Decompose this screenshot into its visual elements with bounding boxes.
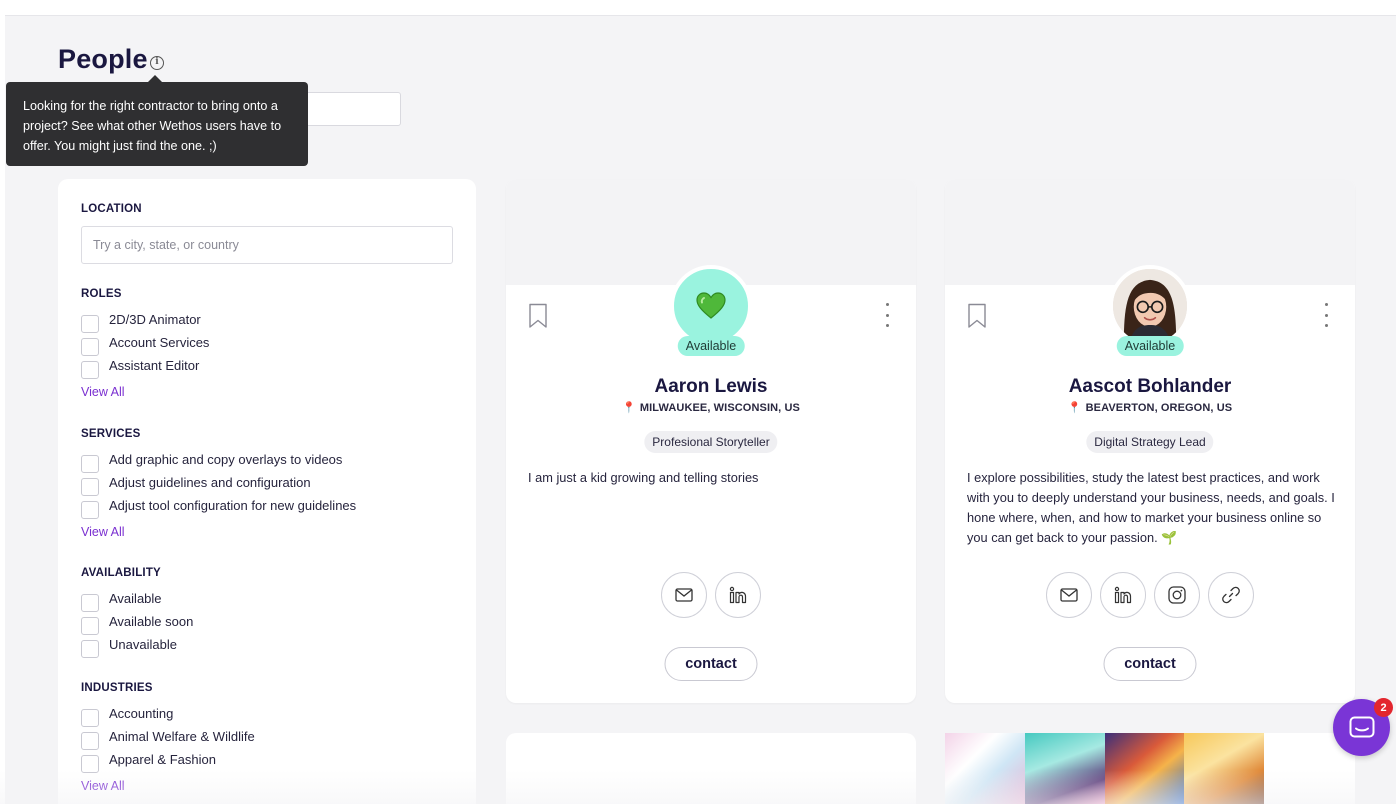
status-badge: Available bbox=[677, 336, 745, 356]
person-location: 📍 MILWAUKEE, WISCONSIN, US bbox=[506, 401, 916, 414]
availability-heading: AVAILABILITY bbox=[81, 567, 161, 579]
service-option[interactable]: Add graphic and copy overlays to videos bbox=[81, 449, 343, 473]
availability-option-label: Unavailable bbox=[109, 636, 177, 652]
industry-option-label: Accounting bbox=[109, 705, 174, 721]
social-links bbox=[506, 572, 916, 618]
availability-option-label: Available soon bbox=[109, 613, 194, 629]
industries-heading: INDUSTRIES bbox=[81, 682, 153, 694]
industries-view-all-link[interactable]: View All bbox=[81, 779, 125, 793]
linkedin-icon[interactable] bbox=[715, 572, 761, 618]
instagram-icon[interactable] bbox=[1154, 572, 1200, 618]
info-icon[interactable]: i bbox=[150, 56, 164, 70]
more-options-icon[interactable] bbox=[884, 303, 890, 327]
role-option-label: Assistant Editor bbox=[109, 357, 200, 373]
service-option-label: Add graphic and copy overlays to videos bbox=[109, 451, 343, 467]
page-title: People bbox=[58, 44, 148, 74]
person-bio: I explore possibilities, study the lates… bbox=[967, 470, 1335, 545]
person-photo bbox=[1113, 269, 1187, 343]
green-heart-icon bbox=[696, 292, 726, 319]
left-edge bbox=[0, 0, 5, 804]
industry-option[interactable]: Apparel & Fashion bbox=[81, 749, 216, 773]
chat-icon bbox=[1349, 716, 1374, 737]
role-tag: Profesional Storyteller bbox=[644, 431, 778, 453]
checkbox[interactable] bbox=[81, 455, 99, 473]
roles-view-all-link[interactable]: View All bbox=[81, 385, 125, 399]
portfolio-artwork bbox=[945, 733, 1264, 804]
industry-option[interactable]: Animal Welfare & Wildlife bbox=[81, 726, 255, 750]
bookmark-icon[interactable] bbox=[528, 303, 548, 334]
bookmark-icon[interactable] bbox=[967, 303, 987, 334]
service-option[interactable]: Adjust guidelines and configuration bbox=[81, 472, 311, 496]
location-input[interactable] bbox=[81, 226, 453, 264]
person-name[interactable]: Aaron Lewis bbox=[506, 376, 916, 398]
person-location: 📍 BEAVERTON, OREGON, US bbox=[945, 401, 1355, 414]
checkbox[interactable] bbox=[81, 640, 99, 658]
industry-option[interactable]: Accounting bbox=[81, 703, 174, 727]
checkbox[interactable] bbox=[81, 617, 99, 635]
top-bar bbox=[0, 0, 1396, 16]
more-options-icon[interactable] bbox=[1323, 303, 1329, 327]
person-card: Available Aascot Bohlander 📍 BEAVERTON, O… bbox=[945, 179, 1355, 703]
avatar bbox=[670, 265, 752, 347]
person-card-partial bbox=[506, 733, 916, 804]
availability-option[interactable]: Unavailable bbox=[81, 634, 177, 658]
roles-heading: ROLES bbox=[81, 288, 122, 300]
linkedin-icon[interactable] bbox=[1100, 572, 1146, 618]
location-text: BEAVERTON, OREGON, US bbox=[1085, 402, 1233, 414]
link-icon[interactable] bbox=[1208, 572, 1254, 618]
role-tag: Digital Strategy Lead bbox=[1086, 431, 1214, 453]
role-option-label: 2D/3D Animator bbox=[109, 311, 201, 327]
person-card: Available Aaron Lewis 📍 MILWAUKEE, WISCON… bbox=[506, 179, 916, 703]
role-option-label: Account Services bbox=[109, 334, 210, 350]
filters-panel: LOCATION ROLES 2D/3D Animator Account Se… bbox=[58, 179, 476, 804]
service-option-label: Adjust guidelines and configuration bbox=[109, 474, 311, 490]
checkbox[interactable] bbox=[81, 315, 99, 333]
industry-option-label: Animal Welfare & Wildlife bbox=[109, 728, 255, 744]
location-pin-icon: 📍 bbox=[622, 402, 636, 414]
role-option[interactable]: Account Services bbox=[81, 332, 210, 356]
info-tooltip: Looking for the right contractor to brin… bbox=[6, 75, 308, 166]
checkbox[interactable] bbox=[81, 361, 99, 379]
social-links bbox=[945, 572, 1355, 618]
contact-button[interactable]: contact bbox=[1103, 647, 1197, 681]
service-option-label: Adjust tool configuration for new guidel… bbox=[109, 497, 357, 513]
location-heading: LOCATION bbox=[81, 203, 142, 215]
availability-option[interactable]: Available soon bbox=[81, 611, 194, 635]
checkbox[interactable] bbox=[81, 709, 99, 727]
status-badge: Available bbox=[1116, 336, 1184, 356]
checkbox[interactable] bbox=[81, 501, 99, 519]
checkbox[interactable] bbox=[81, 594, 99, 612]
services-view-all-link[interactable]: View All bbox=[81, 525, 125, 539]
notification-badge: 2 bbox=[1374, 698, 1393, 717]
role-option[interactable]: 2D/3D Animator bbox=[81, 309, 201, 333]
industry-option-label: Apparel & Fashion bbox=[109, 751, 216, 767]
mail-icon[interactable] bbox=[661, 572, 707, 618]
mail-icon[interactable] bbox=[1046, 572, 1092, 618]
checkbox[interactable] bbox=[81, 338, 99, 356]
search-input[interactable] bbox=[296, 92, 401, 126]
person-bio: I am just a kid growing and telling stor… bbox=[528, 470, 759, 485]
availability-option-label: Available bbox=[109, 590, 162, 606]
location-pin-icon: 📍 bbox=[1067, 402, 1082, 414]
service-option[interactable]: Adjust tool configuration for new guidel… bbox=[81, 495, 357, 519]
checkbox[interactable] bbox=[81, 755, 99, 773]
checkbox[interactable] bbox=[81, 732, 99, 750]
person-name[interactable]: Aascot Bohlander bbox=[945, 376, 1355, 398]
location-text: MILWAUKEE, WISCONSIN, US bbox=[639, 402, 800, 414]
contact-button[interactable]: contact bbox=[664, 647, 758, 681]
availability-option[interactable]: Available bbox=[81, 588, 162, 612]
checkbox[interactable] bbox=[81, 478, 99, 496]
avatar bbox=[1109, 265, 1191, 347]
services-heading: SERVICES bbox=[81, 428, 141, 440]
role-option[interactable]: Assistant Editor bbox=[81, 355, 200, 379]
